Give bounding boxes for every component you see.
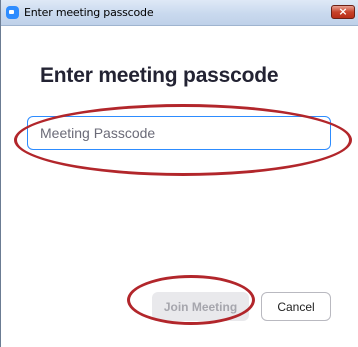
close-button[interactable]: × [331, 5, 355, 19]
dialog-heading: Enter meeting passcode [40, 64, 279, 87]
zoom-app-icon [6, 6, 19, 19]
passcode-input[interactable] [27, 116, 331, 150]
title-bar[interactable]: Enter meeting passcode × [1, 0, 358, 26]
close-icon: × [338, 5, 348, 18]
passcode-dialog-window: Enter meeting passcode × Enter meeting p… [0, 0, 358, 347]
window-title: Enter meeting passcode [24, 6, 154, 19]
join-meeting-button[interactable]: Join Meeting [152, 292, 249, 321]
cancel-button[interactable]: Cancel [261, 292, 331, 321]
